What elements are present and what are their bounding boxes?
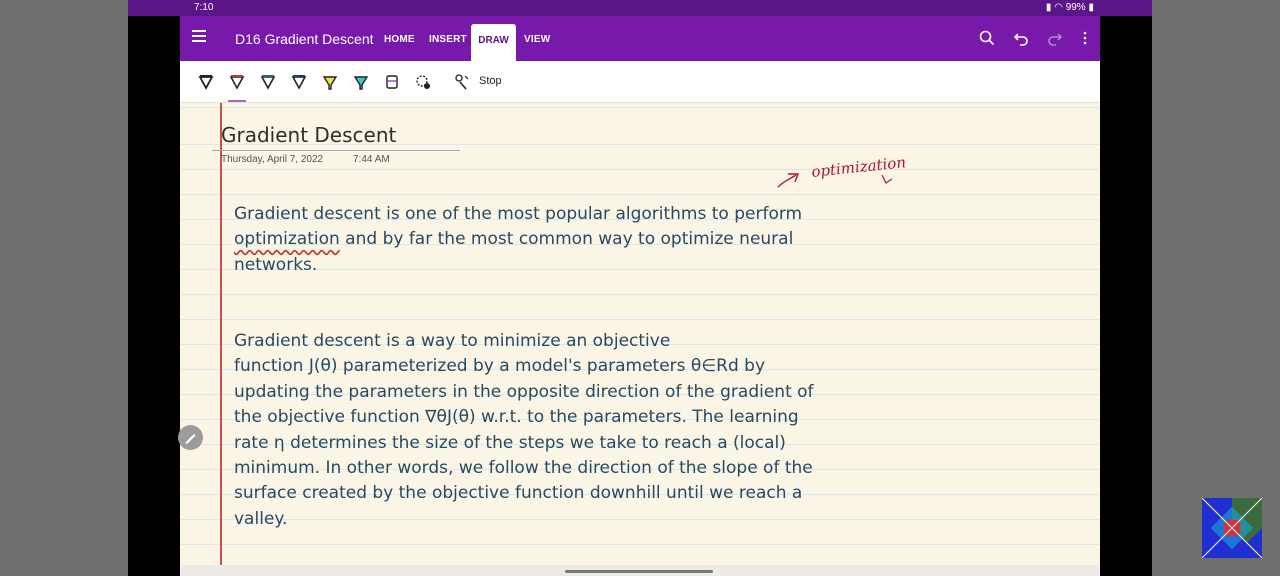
margin-line bbox=[220, 103, 222, 565]
handwriting-text: optimization bbox=[811, 153, 907, 181]
draw-toolbar: Stop bbox=[180, 61, 1100, 103]
para2-line: the objective function ∇θJ(θ) w.r.t. to … bbox=[234, 407, 799, 428]
page-name: D16 Gradient Descent bbox=[235, 31, 374, 47]
right-letterbox bbox=[1152, 0, 1280, 576]
tab-view[interactable]: VIEW bbox=[524, 34, 550, 45]
page-date: Thursday, April 7, 2022 bbox=[221, 154, 324, 165]
left-bezel bbox=[128, 0, 180, 576]
pencil-fab[interactable] bbox=[178, 425, 203, 450]
wifi-icon: ◠ bbox=[1054, 2, 1063, 13]
tab-home[interactable]: HOME bbox=[384, 34, 415, 45]
para1-line2: optimization and by far the most common … bbox=[234, 227, 834, 252]
menu-icon[interactable] bbox=[192, 30, 206, 42]
status-time: 7:10 bbox=[194, 2, 214, 13]
note-page[interactable]: Gradient Descent Thursday, April 7, 2022… bbox=[180, 103, 1100, 565]
page-time: 7:44 AM bbox=[353, 154, 390, 165]
title-rule bbox=[212, 150, 460, 151]
tab-insert[interactable]: INSERT bbox=[429, 34, 467, 45]
para2-line: minimum. In other words, we follow the d… bbox=[234, 458, 813, 479]
ink-to-shape-icon[interactable] bbox=[454, 73, 470, 91]
status-icons: ▮ ◠ 99% ▮ bbox=[1046, 2, 1094, 13]
app-bar: D16 Gradient Descent HOME INSERT DRAW VI… bbox=[180, 16, 1100, 62]
navigation-bar bbox=[180, 565, 1100, 576]
signal-icon: ▮ bbox=[1045, 2, 1052, 13]
pen-black-icon[interactable] bbox=[198, 73, 214, 91]
para2-line: function J(θ) parameterized by a model's… bbox=[234, 356, 766, 377]
pencil-icon bbox=[185, 434, 196, 444]
handwritten-annotation: optimization bbox=[777, 153, 907, 188]
para1-line1: Gradient descent is one of the most popu… bbox=[234, 204, 803, 224]
paragraph-definition[interactable]: Gradient descent is a way to minimize an… bbox=[234, 329, 854, 532]
left-letterbox bbox=[0, 0, 128, 576]
more-options-icon[interactable] bbox=[1076, 29, 1094, 47]
right-bezel bbox=[1100, 0, 1152, 576]
para2-line: Gradient descent is a way to minimize an… bbox=[234, 331, 671, 351]
pen-red-icon[interactable] bbox=[229, 73, 245, 91]
undo-icon[interactable] bbox=[1012, 29, 1030, 47]
para2-line: valley. bbox=[234, 508, 288, 529]
stop-button[interactable]: Stop bbox=[479, 75, 502, 87]
search-icon[interactable] bbox=[978, 29, 996, 47]
channel-logo bbox=[1202, 498, 1262, 558]
paragraph-intro[interactable]: Gradient descent is one of the most popu… bbox=[234, 202, 834, 278]
pen-blue-icon[interactable] bbox=[260, 73, 276, 91]
selected-pen-indicator bbox=[228, 100, 246, 102]
para1-line2-rest: and by far the most common way to optimi… bbox=[339, 229, 794, 250]
para2-line: updating the parameters in the opposite … bbox=[234, 381, 814, 402]
para2-line: rate η determines the size of the steps … bbox=[234, 432, 786, 453]
battery-icon: ▮ bbox=[1088, 2, 1094, 13]
battery-level: 99% bbox=[1065, 2, 1086, 13]
highlighter-yellow-icon[interactable] bbox=[322, 73, 338, 91]
lasso-icon[interactable] bbox=[415, 73, 431, 91]
para1-line3: networks. bbox=[234, 254, 318, 275]
para2-line: surface created by the objective functio… bbox=[234, 483, 803, 504]
page-title[interactable]: Gradient Descent bbox=[221, 123, 396, 147]
highlighter-teal-icon[interactable] bbox=[353, 73, 369, 91]
eraser-icon[interactable] bbox=[384, 73, 400, 91]
tab-draw[interactable]: DRAW bbox=[471, 24, 516, 62]
pen-navy-icon[interactable] bbox=[291, 73, 307, 91]
optimization-underlined: optimization bbox=[234, 229, 340, 250]
status-bar: 7:10 ▮ ◠ 99% ▮ bbox=[128, 0, 1152, 16]
redo-icon[interactable] bbox=[1046, 29, 1064, 47]
home-indicator[interactable] bbox=[565, 570, 713, 573]
